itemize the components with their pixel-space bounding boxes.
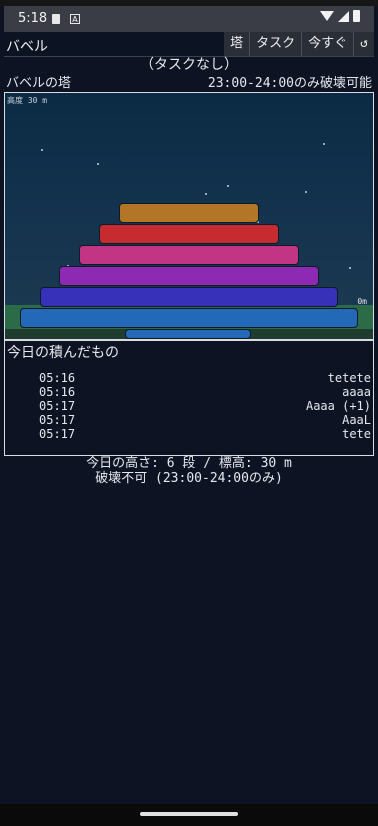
signal-icon (338, 10, 349, 22)
app-title: バベル (6, 39, 48, 55)
tower-header: バベルの塔 23:00-24:00のみ破壊可能 (4, 76, 374, 92)
list-item: 05:16 tetete (5, 371, 373, 385)
item-time: 05:17 (39, 427, 76, 441)
altitude-label: 高度 30 m (7, 96, 48, 105)
list-item: 05:17 tete (5, 427, 373, 441)
tower-tab[interactable]: 塔 (224, 32, 249, 56)
height-summary: 今日の高さ: 6 段 / 標高: 30 m (86, 456, 292, 471)
star (227, 185, 229, 187)
star (305, 191, 307, 193)
tower-block-5 (99, 224, 279, 244)
tower-block-3 (59, 266, 319, 286)
list-item: 05:17 AaaL (5, 413, 373, 427)
item-text: aaaa (342, 385, 371, 399)
task-tab[interactable]: タスク (249, 32, 301, 56)
battery-icon (353, 10, 360, 22)
tower-block-base (125, 329, 251, 339)
tower-title: バベルの塔 (6, 76, 72, 91)
tower-block-6 (119, 203, 259, 223)
tower-section: バベルの塔 23:00-24:00のみ破壊可能 高度 30 m 0m (4, 76, 374, 340)
tower-block-2 (40, 287, 338, 307)
list-item: 05:17 Aaaa (+1) (5, 399, 373, 413)
wifi-icon (320, 11, 334, 21)
star (41, 149, 43, 151)
item-text: AaaL (342, 413, 371, 427)
tower-block-4 (79, 245, 299, 265)
break-window-label: 23:00-24:00のみ破壊可能 (207, 76, 372, 91)
today-title: 今日の積んだもの (7, 345, 119, 361)
item-text: Aaaa (+1) (305, 399, 371, 413)
list-item: 05:16 aaaa (5, 385, 373, 399)
refresh-icon[interactable]: ↺ (353, 32, 374, 56)
item-text: tetete (327, 371, 371, 385)
today-list: 05:16 tetete 05:16 aaaa 05:17 Aaaa (+1) … (5, 371, 373, 441)
status-time: 5:18 (18, 11, 48, 26)
item-time: 05:17 (39, 399, 76, 413)
notification-a-icon: A (70, 14, 80, 24)
gesture-bar[interactable] (140, 812, 238, 816)
tower-block-1 (20, 308, 358, 328)
ground-label: 0m (357, 297, 367, 306)
star (349, 267, 351, 269)
top-nav: 塔 タスク 今すぐ ↺ (224, 32, 374, 56)
sd-card-icon (52, 14, 60, 24)
item-time: 05:16 (39, 385, 76, 399)
task-status: （タスクなし） (140, 57, 238, 73)
status-bar: 5:18 A (4, 6, 374, 32)
star (97, 163, 99, 165)
now-tab[interactable]: 今すぐ (301, 32, 353, 56)
item-time: 05:16 (39, 371, 76, 385)
status-icons (320, 10, 360, 22)
item-text: tete (342, 427, 371, 441)
tower-canvas[interactable]: 高度 30 m 0m (4, 92, 374, 340)
today-section: 今日の積んだもの 05:16 tetete 05:16 aaaa 05:17 A… (4, 340, 374, 456)
item-time: 05:17 (39, 413, 76, 427)
destroy-status: 破壊不可 (23:00-24:00のみ) (95, 471, 283, 486)
star (205, 193, 207, 195)
app-header: バベル 塔 タスク 今すぐ ↺ (4, 32, 374, 57)
star (323, 143, 325, 145)
